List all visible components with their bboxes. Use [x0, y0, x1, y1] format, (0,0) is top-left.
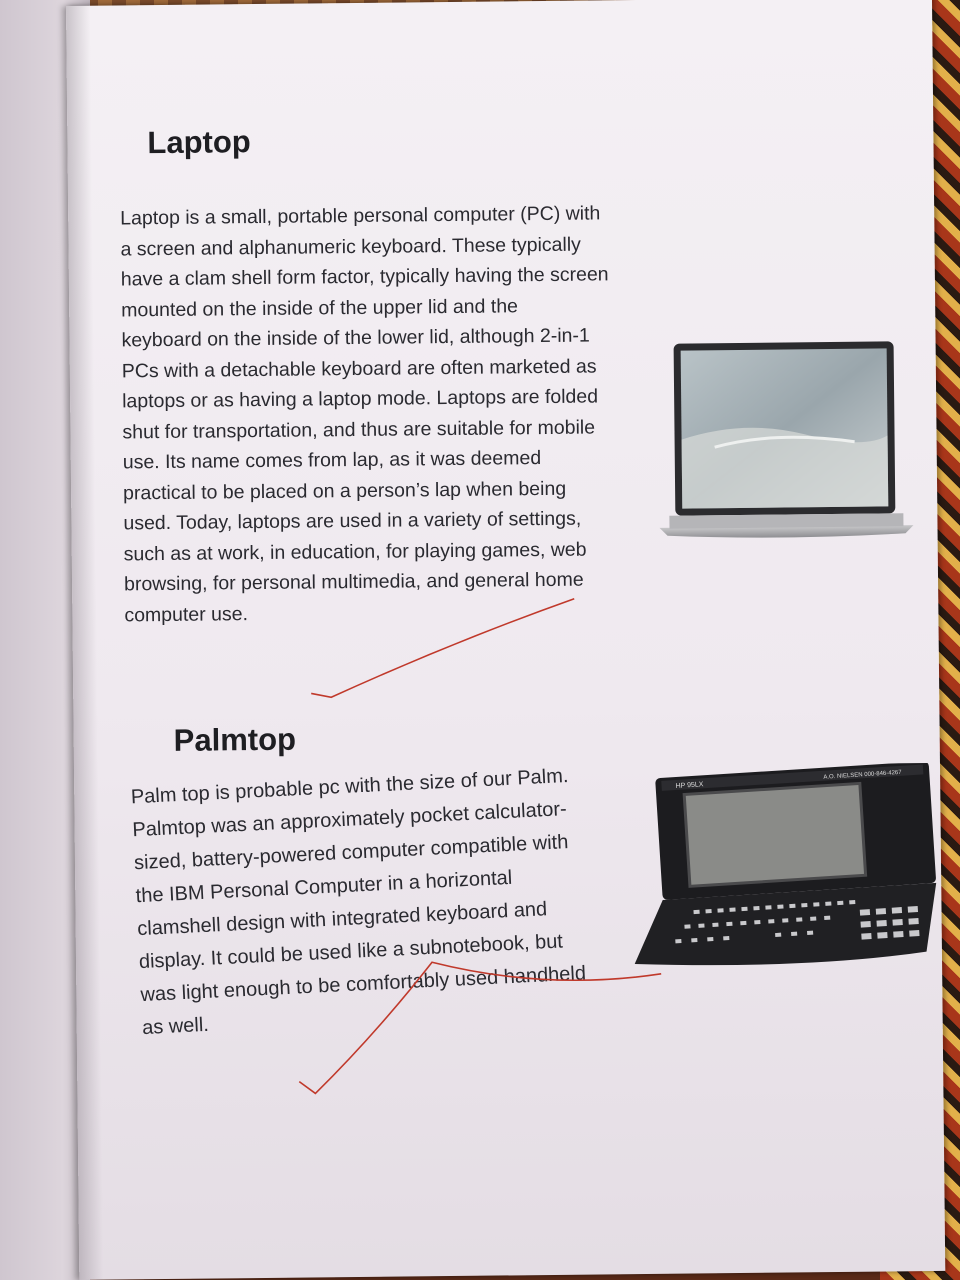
laptop-text-line: shut for transportation, and thus are su…: [122, 415, 596, 443]
laptop-text-line: have a clam shell form factor, typically…: [120, 263, 609, 291]
teacher-tick-marks: [298, 597, 662, 1095]
laptop-text-line: PCs with a detachable keyboard are often…: [121, 354, 597, 382]
laptop-text-line: keyboard on the inside of the lower lid,…: [121, 324, 590, 352]
laptop-heading: Laptop: [147, 124, 251, 161]
laptop-text-line: used. Today, laptops are used in a varie…: [123, 507, 582, 535]
palmtop-heading: Palmtop: [173, 721, 297, 758]
palmtop-image: HP 95LX A.O. NIELSEN 000-846-4267: [634, 762, 937, 966]
laptop-text-line: browsing, for personal multimedia, and g…: [123, 568, 584, 596]
laptop-text-line: computer use.: [124, 602, 249, 626]
laptop-paragraph: Laptop is a small, portable personal com…: [120, 198, 612, 630]
laptop-image: [659, 341, 914, 538]
laptop-text-line: Laptop is a small, portable personal com…: [120, 202, 601, 230]
document-page: Laptop Laptop is a small, portable perso…: [66, 0, 946, 1280]
laptop-text-line: use. Its name comes from lap, as it was …: [122, 447, 542, 474]
palmtop-paragraph: Palm top is probable pc with the size of…: [130, 760, 588, 1045]
laptop-text-line: laptops or as having a laptop mode. Lapt…: [122, 385, 599, 413]
